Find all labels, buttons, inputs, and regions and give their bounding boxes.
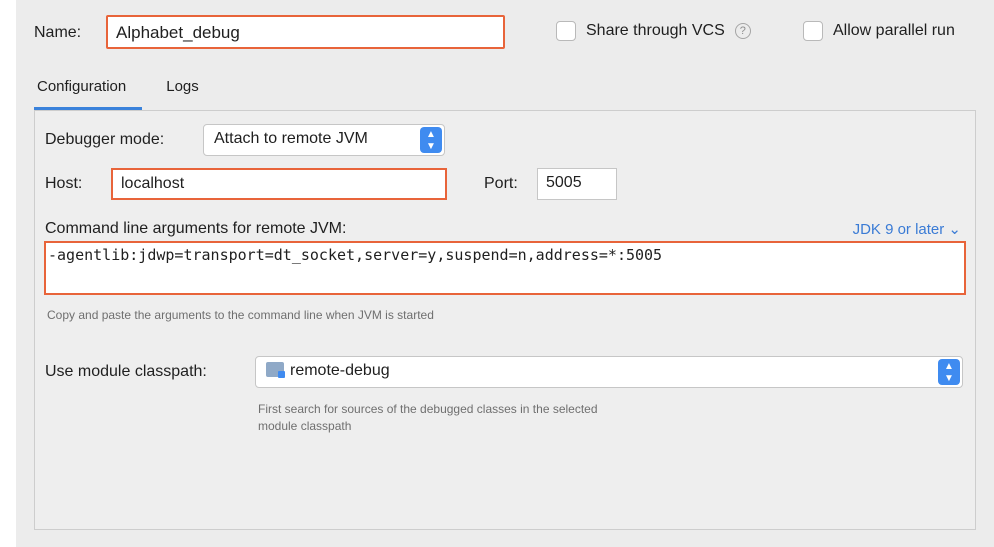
classpath-label: Use module classpath:: [45, 363, 207, 380]
jdk-version-dropdown[interactable]: JDK 9 or later ⌄: [853, 220, 961, 238]
module-classpath-select[interactable]: remote-debug ▲ ▼: [255, 356, 963, 388]
share-vcs-label: Share through VCS: [586, 22, 725, 39]
select-arrow-icon: ▲ ▼: [420, 127, 442, 153]
share-vcs-checkbox[interactable]: [556, 21, 576, 41]
module-icon: [266, 362, 285, 378]
debugger-mode-select[interactable]: Attach to remote JVM ▲ ▼: [203, 124, 445, 156]
module-classpath-value: remote-debug: [290, 362, 390, 379]
port-label: Port:: [484, 175, 518, 192]
header-bar: Name: Alphabet_debug Share through VCS ?…: [16, 0, 994, 70]
select-arrow-icon: ▲ ▼: [938, 359, 960, 385]
tab-logs[interactable]: Logs: [166, 70, 199, 110]
command-line-args-field[interactable]: -agentlib:jdwp=transport=dt_socket,serve…: [44, 241, 966, 295]
host-input[interactable]: localhost: [111, 168, 447, 200]
port-input[interactable]: 5005: [537, 168, 617, 200]
allow-parallel-label: Allow parallel run: [833, 22, 955, 39]
help-icon[interactable]: ?: [734, 23, 751, 39]
tab-configuration[interactable]: Configuration: [34, 70, 143, 110]
classpath-hint-line2: module classpath: [258, 419, 352, 433]
allow-parallel-option[interactable]: Allow parallel run: [803, 21, 955, 41]
args-hint: Copy and paste the arguments to the comm…: [47, 308, 434, 322]
run-configuration-dialog: Name: Alphabet_debug Share through VCS ?…: [16, 0, 994, 547]
name-input[interactable]: Alphabet_debug: [106, 15, 505, 49]
args-label: Command line arguments for remote JVM:: [45, 220, 347, 237]
tab-bar: Configuration Logs: [34, 70, 223, 110]
configuration-panel: Debugger mode: Attach to remote JVM ▲ ▼ H…: [34, 110, 976, 530]
allow-parallel-checkbox[interactable]: [803, 21, 823, 41]
classpath-hint-line1: First search for sources of the debugged…: [258, 402, 598, 416]
debugger-mode-value: Attach to remote JVM: [214, 130, 368, 147]
share-vcs-option[interactable]: Share through VCS ?: [556, 21, 751, 41]
host-label: Host:: [45, 175, 83, 192]
name-label: Name:: [34, 24, 82, 41]
debugger-mode-label: Debugger mode:: [45, 131, 165, 148]
